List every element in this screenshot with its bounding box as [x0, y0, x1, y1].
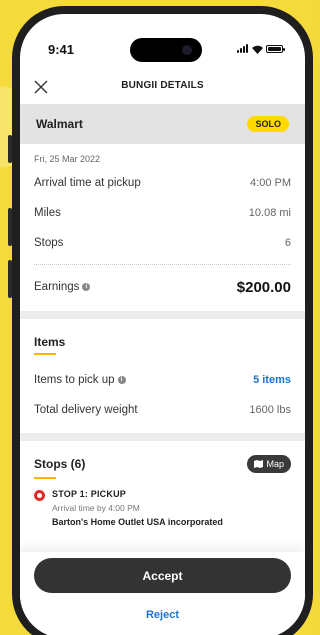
earnings-row: Earnings i $200.00: [34, 269, 291, 305]
accept-button[interactable]: Accept: [34, 558, 291, 593]
screen: 9:41 BUNGII DETAILS Walmart SOLO Fri, 25…: [20, 14, 305, 635]
pickup-label-wrap: Items to pick up i: [34, 374, 126, 386]
battery-icon: [266, 45, 285, 53]
wifi-icon: [252, 45, 263, 54]
row-value: 6: [284, 237, 291, 249]
divider: [34, 264, 291, 265]
shop-name: Walmart: [36, 117, 83, 131]
stops-card: Stops (6) Map STOP 1: PICKUP Arrival tim…: [20, 441, 305, 553]
map-button[interactable]: Map: [247, 455, 291, 473]
section-underline: [34, 477, 56, 479]
delivery-date: Fri, 25 Mar 2022: [34, 154, 101, 164]
row-label: Miles: [34, 207, 61, 219]
status-time: 9:41: [48, 42, 75, 57]
reject-button[interactable]: Reject: [20, 609, 305, 621]
row-value: 4:00 PM: [250, 177, 291, 189]
section-underline: [34, 353, 56, 355]
map-label: Map: [266, 459, 284, 469]
map-icon: [254, 460, 264, 468]
row-label: Arrival time at pickup: [34, 177, 141, 189]
signal-icon: [237, 44, 248, 53]
stop-address: Barton's Home Outlet USA incorporated: [52, 517, 223, 527]
pickup-label: Items to pick up: [34, 374, 115, 386]
dynamic-island: [130, 38, 202, 62]
earnings-label: Earnings: [34, 281, 80, 293]
shop-row: Walmart SOLO: [20, 104, 305, 144]
status-bar: 9:41: [20, 14, 305, 64]
earnings-label-wrap: Earnings i: [34, 281, 91, 293]
stop-title: STOP 1: PICKUP: [52, 489, 126, 499]
phone-frame: 9:41 BUNGII DETAILS Walmart SOLO Fri, 25…: [12, 6, 313, 635]
items-title: Items: [34, 335, 66, 349]
summary-card: Fri, 25 Mar 2022 Arrival time at pickup …: [20, 144, 305, 311]
status-icons: [237, 44, 285, 54]
items-card: Items Items to pick up i 5 items Total d…: [20, 319, 305, 433]
page-title: BUNGII DETAILS: [121, 80, 204, 91]
pickup-marker-icon: [34, 490, 45, 501]
row-label: Stops: [34, 237, 64, 249]
info-icon[interactable]: i: [82, 283, 91, 291]
header: BUNGII DETAILS: [20, 66, 305, 104]
items-link[interactable]: 5 items: [253, 374, 291, 386]
solo-badge: SOLO: [247, 116, 289, 132]
row-value: 10.08 mi: [248, 207, 291, 219]
weight-value: 1600 lbs: [249, 404, 291, 416]
stops-title: Stops (6): [34, 457, 86, 471]
action-footer: Accept Reject: [20, 552, 305, 635]
items-pickup-row: Items to pick up i 5 items: [34, 365, 291, 395]
summary-row-stops: Stops 6: [34, 228, 291, 258]
stop-item[interactable]: STOP 1: PICKUP Arrival time by 4:00 PM B…: [34, 489, 291, 533]
info-icon[interactable]: i: [117, 376, 126, 384]
summary-row-miles: Miles 10.08 mi: [34, 198, 291, 228]
items-weight-row: Total delivery weight 1600 lbs: [34, 395, 291, 425]
summary-row-arrival: Arrival time at pickup 4:00 PM: [34, 168, 291, 198]
earnings-value: $200.00: [236, 278, 291, 296]
weight-label: Total delivery weight: [34, 404, 138, 416]
stops-header: Stops (6) Map: [34, 441, 291, 473]
stop-time: Arrival time by 4:00 PM: [52, 503, 140, 513]
